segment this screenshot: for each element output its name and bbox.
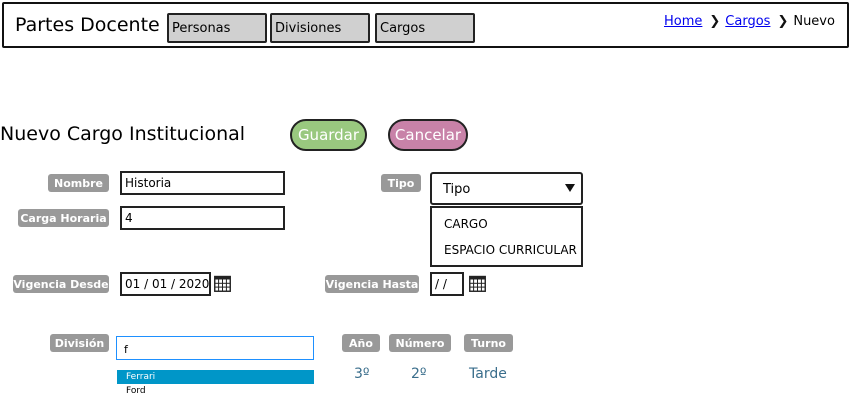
turno-value: Tarde <box>469 366 507 382</box>
division-suggestion-ferrari[interactable]: Ferrari <box>117 370 314 384</box>
vigencia-desde-input[interactable]: 01 / 01 / 2020 <box>120 272 211 296</box>
calendar-icon[interactable] <box>469 275 486 292</box>
anio-label: Año <box>342 334 380 352</box>
breadcrumb-cargos-link[interactable]: Cargos <box>725 14 770 29</box>
carga-horaria-input[interactable]: 4 <box>120 206 285 230</box>
tipo-option-cargo[interactable]: CARGO <box>444 217 488 231</box>
carga-horaria-label: Carga Horaria <box>18 209 109 227</box>
nombre-input[interactable]: Historia <box>120 171 285 195</box>
calendar-icon[interactable] <box>214 275 231 292</box>
tab-personas[interactable]: Personas <box>167 13 267 43</box>
division-suggestion-ford[interactable]: Ford <box>117 384 314 398</box>
tab-divisiones[interactable]: Divisiones <box>270 13 370 43</box>
vigencia-desde-label: Vigencia Desde <box>13 275 109 293</box>
tipo-dropdown-menu: CARGO ESPACIO CURRICULAR <box>430 206 583 267</box>
tab-cargos[interactable]: Cargos <box>375 13 475 43</box>
chevron-right-icon: ❯ <box>709 14 721 29</box>
page-title: Nuevo Cargo Institucional <box>0 123 246 145</box>
caret-down-icon <box>565 184 575 192</box>
tipo-select-value: Tipo <box>443 182 471 197</box>
app-title: Partes Docente <box>15 14 160 36</box>
division-input[interactable]: f <box>116 336 314 360</box>
numero-label: Número <box>389 334 451 352</box>
anio-value: 3º <box>354 366 370 382</box>
save-button[interactable]: Guardar <box>290 119 367 151</box>
vigencia-hasta-label: Vigencia Hasta <box>325 275 419 293</box>
nombre-label: Nombre <box>48 174 109 192</box>
tipo-select[interactable]: Tipo <box>430 172 583 205</box>
tipo-label: Tipo <box>381 174 421 192</box>
division-label: División <box>50 334 109 352</box>
turno-label: Turno <box>464 334 513 352</box>
breadcrumb: Home ❯ Cargos ❯ Nuevo <box>664 14 835 29</box>
numero-value: 2º <box>411 366 427 382</box>
tipo-option-espacio-curricular[interactable]: ESPACIO CURRICULAR <box>444 243 577 257</box>
chevron-right-icon: ❯ <box>777 14 789 29</box>
breadcrumb-home-link[interactable]: Home <box>664 14 702 29</box>
vigencia-hasta-input[interactable]: / / <box>430 272 464 296</box>
cancel-button[interactable]: Cancelar <box>388 119 468 151</box>
breadcrumb-current: Nuevo <box>793 14 835 29</box>
